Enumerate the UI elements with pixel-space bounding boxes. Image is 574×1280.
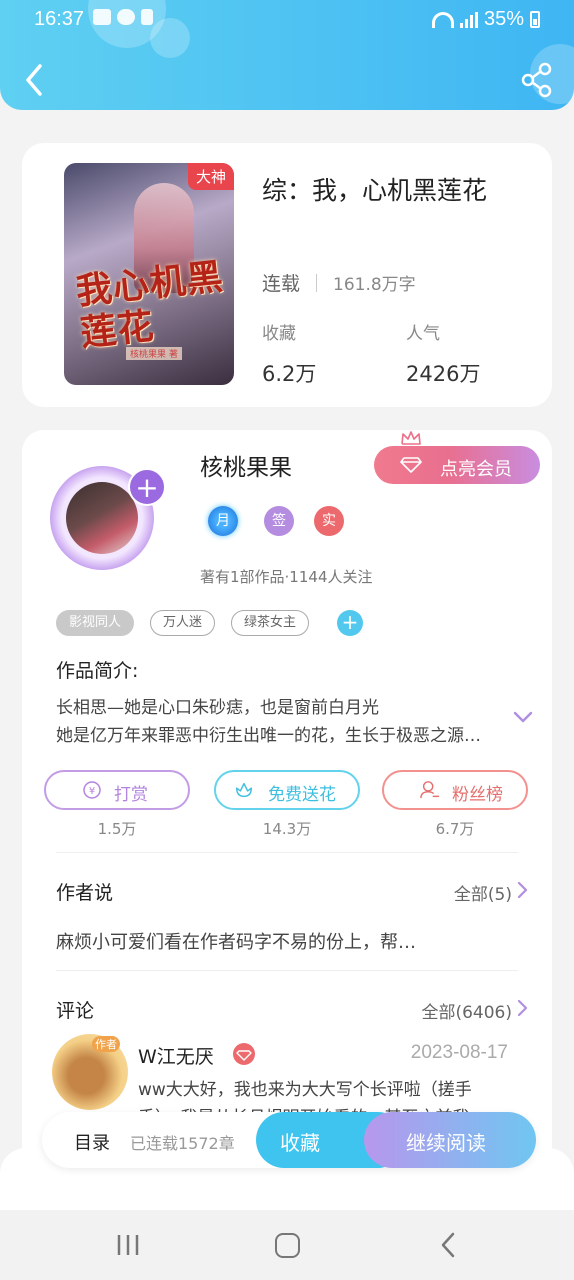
cloud-icon <box>117 9 135 25</box>
popularity-stat: 人气 2426万 <box>406 319 480 388</box>
tag-item[interactable]: 影视同人 <box>56 610 135 636</box>
tag-item[interactable]: 万人迷 <box>150 610 216 636</box>
vip-button-label: 点亮会员 <box>440 459 512 480</box>
intro-line: 她是亿万年来罪恶中衍生出唯一的花，生长于极恶之源… <box>56 726 481 746</box>
word-count: 161.8万字 <box>333 275 416 295</box>
author-avatar[interactable]: + <box>46 454 166 580</box>
vip-gem-icon <box>233 1043 255 1065</box>
tip-button[interactable]: ¥ 打赏 <box>44 770 190 810</box>
diamond-icon <box>400 457 422 473</box>
add-tag-button[interactable]: + <box>337 610 364 636</box>
section-divider <box>56 970 518 971</box>
battery-percent: 35% <box>483 8 524 30</box>
follow-plus-button[interactable]: + <box>128 468 166 506</box>
author-says-title: 作者说 <box>56 882 114 904</box>
book-tags: 影视同人 万人迷 绿茶女主 + <box>56 610 364 636</box>
commenter-avatar[interactable]: 作者 <box>52 1034 128 1110</box>
favorites-label: 收藏 <box>262 324 296 344</box>
crown-icon <box>401 431 421 445</box>
status-right: 35% <box>431 8 540 31</box>
book-meta: 连载 161.8万字 <box>262 269 416 296</box>
book-cover[interactable]: 我心机黑莲花 核桃果果 著 大神 <box>64 163 234 385</box>
avatar-photo <box>66 482 138 554</box>
status-bar: 16:37 35% <box>0 0 574 40</box>
chevron-right-icon[interactable] <box>516 999 528 1017</box>
dashen-badge: 大神 <box>187 163 234 190</box>
status-time: 16:37 <box>34 8 85 30</box>
fans-ranking-label: 粉丝榜 <box>452 785 503 805</box>
cover-title-art: 我心机黑莲花 <box>74 255 226 355</box>
send-flower-button[interactable]: 免费送花 <box>214 770 360 810</box>
section-divider <box>56 852 518 853</box>
verified-badge: 实 <box>314 506 344 536</box>
author-card: + 核桃果果 点亮会员 月 签 实 著有1部作品·1144人关注 影视同人 万人… <box>22 430 552 1230</box>
user-plus-icon <box>420 781 440 799</box>
status-notification-icons <box>93 9 153 25</box>
popularity-value: 2426万 <box>406 362 481 386</box>
book-info-card: 我心机黑莲花 核桃果果 著 大神 综：我，心机黑莲花 连载 161.8万字 收藏… <box>22 143 552 407</box>
intro-title: 作品简介: <box>56 660 139 682</box>
signal-icon <box>459 11 478 28</box>
author-name[interactable]: 核桃果果 <box>200 448 292 482</box>
chevron-right-icon[interactable] <box>516 881 528 899</box>
favorites-stat: 收藏 6.2万 <box>262 319 316 388</box>
coin-icon: ¥ <box>83 781 101 799</box>
system-nav-bar <box>0 1210 574 1280</box>
tip-count: 1.5万 <box>97 820 137 838</box>
meta-divider <box>316 273 318 292</box>
intro-line: 长相思—她是心口朱砂痣，也是窗前白月光 <box>56 698 379 718</box>
serial-status: 连载 <box>262 273 301 295</box>
favorite-label: 收藏 <box>280 1131 320 1155</box>
battery-icon <box>530 11 540 28</box>
system-back-icon[interactable] <box>440 1232 456 1258</box>
chevron-down-icon[interactable] <box>512 710 534 724</box>
send-flower-label: 免费送花 <box>268 785 336 805</box>
wifi-icon <box>431 11 454 28</box>
signed-badge: 签 <box>264 506 294 536</box>
magic-wand-icon <box>141 9 153 25</box>
commenter-name[interactable]: W江无厌 <box>138 1042 214 1069</box>
author-badges: 月 签 实 <box>208 506 344 536</box>
author-says-more[interactable]: 全部(5) <box>454 880 512 905</box>
fans-count: 6.7万 <box>435 820 475 838</box>
recent-apps-icon[interactable] <box>116 1234 140 1256</box>
flower-icon <box>236 782 252 798</box>
chapter-count: 已连载1572章 <box>130 1134 235 1153</box>
continue-reading-button[interactable]: 继续阅读 <box>364 1112 536 1168</box>
header: 16:37 35% <box>0 0 574 110</box>
popularity-label: 人气 <box>406 324 440 344</box>
favorites-value: 6.2万 <box>262 362 317 386</box>
share-icon[interactable] <box>520 62 554 98</box>
vip-membership-button[interactable]: 点亮会员 <box>374 446 540 484</box>
toc-button[interactable]: 目录 <box>74 1129 110 1155</box>
book-title: 综：我，心机黑莲花 <box>262 176 488 205</box>
comments-more[interactable]: 全部(6406) <box>421 998 512 1023</box>
tip-label: 打赏 <box>114 785 148 805</box>
gallery-icon <box>93 9 111 25</box>
author-stats: 著有1部作品·1144人关注 <box>200 568 373 586</box>
tag-item[interactable]: 绿茶女主 <box>231 610 310 636</box>
author-tag: 作者 <box>92 1036 120 1052</box>
fans-ranking-button[interactable]: 粉丝榜 <box>382 770 528 810</box>
bottom-action-bar: 目录 已连载1572章 收藏 继续阅读 <box>42 1112 536 1168</box>
back-arrow-icon[interactable] <box>18 60 52 100</box>
intro-text[interactable]: 长相思—她是心口朱砂痣，也是窗前白月光 她是亿万年来罪恶中衍生出唯一的花，生长于… <box>56 694 496 750</box>
home-icon[interactable] <box>275 1233 300 1258</box>
svg-text:¥: ¥ <box>89 786 95 797</box>
comment-date: 2023-08-17 <box>410 1042 508 1063</box>
monthly-badge: 月 <box>208 506 238 536</box>
comments-title: 评论 <box>56 1000 95 1022</box>
author-says-text[interactable]: 麻烦小可爱们看在作者码字不易的份上，帮… <box>56 928 416 954</box>
continue-label: 继续阅读 <box>406 1131 486 1155</box>
flower-count: 14.3万 <box>262 820 312 838</box>
cover-author-art: 核桃果果 著 <box>126 347 182 360</box>
